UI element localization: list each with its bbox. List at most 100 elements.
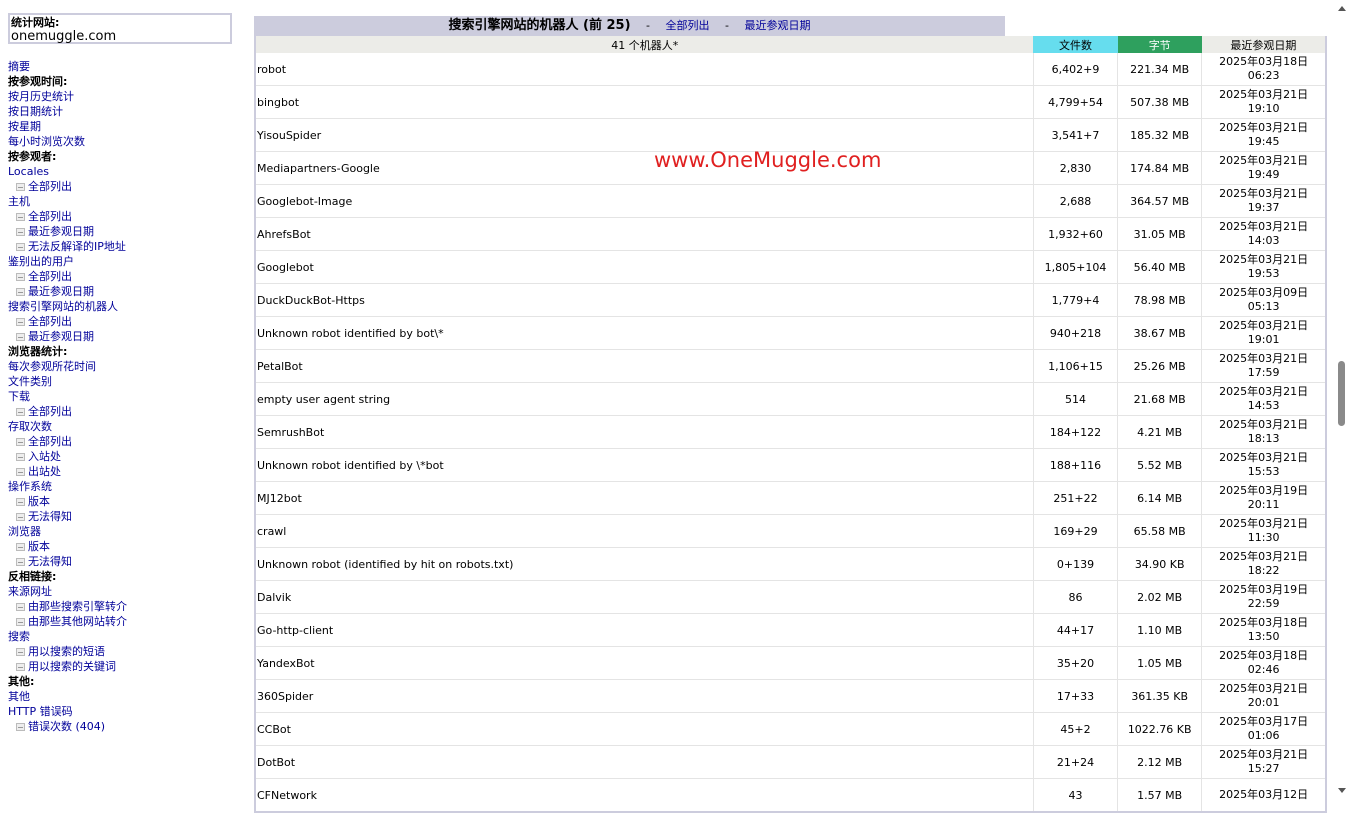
menu-item[interactable]: 主机 [8,194,248,209]
menu-item-label[interactable]: 操作系统 [8,480,52,493]
last-visit-link[interactable]: 最近参观日期 [745,19,811,32]
menu-item-label[interactable]: 全部列出 [28,270,72,283]
list-all-link[interactable]: 全部列出 [666,19,710,32]
menu-item[interactable]: 无法得知 [8,554,248,569]
menu-item[interactable]: 搜索引擎网站的机器人 [8,299,248,314]
menu-item-label[interactable]: 鉴别出的用户 [8,255,74,268]
sub-item-bullet-icon [16,273,25,281]
menu-item-label[interactable]: 全部列出 [28,435,72,448]
menu-item-label[interactable]: 无法得知 [28,510,72,523]
menu-item[interactable]: 操作系统 [8,479,248,494]
menu-item-label[interactable]: 由那些搜索引擎转介 [28,600,127,613]
menu-item[interactable]: 按星期 [8,119,248,134]
menu-item-label[interactable]: 全部列出 [28,315,72,328]
last-visit-time: 18:22 [1247,564,1280,577]
menu-item[interactable]: 无法得知 [8,509,248,524]
menu-item[interactable]: 由那些其他网站转介 [8,614,248,629]
menu-item-label[interactable]: 摘要 [8,60,30,73]
menu-item-label[interactable]: 用以搜索的短语 [28,645,105,658]
menu-item-label[interactable]: 最近参观日期 [28,225,94,238]
menu-item-label[interactable]: 无法反解译的IP地址 [28,240,126,253]
table-row: Unknown robot (identified by hit on robo… [255,547,1326,581]
menu-item[interactable]: 全部列出 [8,269,248,284]
last-visit-time: 20:11 [1247,498,1280,511]
table-row: CFNetwork 43 1.57 MB 2025年03月12日 [255,778,1326,813]
menu-item-label[interactable]: HTTP 错误码 [8,705,73,718]
menu-item-label[interactable]: 每次参观所花时间 [8,360,96,373]
menu-item-label[interactable]: 由那些其他网站转介 [28,615,127,628]
menu-item[interactable]: 存取次数 [8,419,248,434]
hits-cell: 35+20 [1033,646,1119,680]
table-row: Dalvik 86 2.02 MB 2025年03月19日 22:59 [255,580,1326,614]
menu-item-label[interactable]: 文件类别 [8,375,52,388]
menu-item[interactable]: 全部列出 [8,434,248,449]
menu-item-label[interactable]: 最近参观日期 [28,330,94,343]
menu-item[interactable]: 入站处 [8,449,248,464]
menu-item-label[interactable]: 用以搜索的关键词 [28,660,116,673]
menu-item[interactable]: 出站处 [8,464,248,479]
menu-item[interactable]: 最近参观日期 [8,224,248,239]
menu-item-label[interactable]: 每小时浏览次数 [8,135,85,148]
last-visit-date: 2025年03月21日 [1219,154,1309,167]
menu-item-label[interactable]: 来源网址 [8,585,52,598]
menu-item[interactable]: 用以搜索的关键词 [8,659,248,674]
menu-item[interactable]: 每小时浏览次数 [8,134,248,149]
menu-item[interactable]: Locales [8,164,248,179]
menu-item-label[interactable]: 按日期统计 [8,105,63,118]
menu-item[interactable]: 摘要 [8,59,248,74]
last-visit-date: 2025年03月17日 [1219,715,1309,728]
menu-item[interactable]: HTTP 错误码 [8,704,248,719]
menu-item-label[interactable]: 搜索 [8,630,30,643]
menu-item[interactable]: 鉴别出的用户 [8,254,248,269]
menu-item-label[interactable]: 浏览器 [8,525,41,538]
menu-item-label[interactable]: 入站处 [28,450,61,463]
menu-item-label[interactable]: 其他 [8,690,30,703]
menu-item[interactable]: 其他 [8,689,248,704]
menu-item[interactable]: 用以搜索的短语 [8,644,248,659]
menu-item[interactable]: 浏览器 [8,524,248,539]
menu-item-label[interactable]: 全部列出 [28,180,72,193]
menu-item-label[interactable]: 版本 [28,540,50,553]
menu-item-label[interactable]: 全部列出 [28,210,72,223]
menu-item[interactable]: 全部列出 [8,179,248,194]
menu-item-label[interactable]: 存取次数 [8,420,52,433]
menu-item[interactable]: 无法反解译的IP地址 [8,239,248,254]
menu-item-label[interactable]: Locales [8,165,49,178]
last-visit-time: 15:27 [1247,762,1280,775]
menu-item[interactable]: 搜索 [8,629,248,644]
menu-item-label[interactable]: 版本 [28,495,50,508]
menu-item[interactable]: 最近参观日期 [8,329,248,344]
menu-item-label[interactable]: 搜索引擎网站的机器人 [8,300,118,313]
menu-item[interactable]: 最近参观日期 [8,284,248,299]
scroll-down-arrow-icon[interactable] [1338,788,1346,793]
menu-item[interactable]: 错误次数 (404) [8,719,248,734]
menu-item-label[interactable]: 出站处 [28,465,61,478]
menu-item-label[interactable]: 下载 [8,390,30,403]
menu-item[interactable]: 版本 [8,539,248,554]
menu-item[interactable]: 文件类别 [8,374,248,389]
scroll-thumb[interactable] [1338,361,1345,426]
last-visit-date: 2025年03月18日 [1219,55,1309,68]
robot-name-cell: robot [255,53,1034,86]
menu-item[interactable]: 每次参观所花时间 [8,359,248,374]
menu-item[interactable]: 全部列出 [8,404,248,419]
scroll-up-arrow-icon[interactable] [1338,6,1346,11]
menu-item[interactable]: 来源网址 [8,584,248,599]
vertical-scrollbar[interactable] [1334,0,1350,798]
menu-item[interactable]: 全部列出 [8,314,248,329]
menu-item-label[interactable]: 主机 [8,195,30,208]
menu-item[interactable]: 版本 [8,494,248,509]
bytes-cell: 2.12 MB [1117,745,1203,779]
menu-item-label[interactable]: 按月历史统计 [8,90,74,103]
menu-item-label[interactable]: 错误次数 (404) [28,720,105,733]
menu-item[interactable]: 下载 [8,389,248,404]
menu-item[interactable]: 按日期统计 [8,104,248,119]
menu-item-label[interactable]: 最近参观日期 [28,285,94,298]
menu-item[interactable]: 按月历史统计 [8,89,248,104]
menu-item-label[interactable]: 无法得知 [28,555,72,568]
menu-item-label[interactable]: 全部列出 [28,405,72,418]
menu-item-label[interactable]: 按星期 [8,120,41,133]
sub-item-bullet-icon [16,603,25,611]
menu-item[interactable]: 由那些搜索引擎转介 [8,599,248,614]
menu-item[interactable]: 全部列出 [8,209,248,224]
